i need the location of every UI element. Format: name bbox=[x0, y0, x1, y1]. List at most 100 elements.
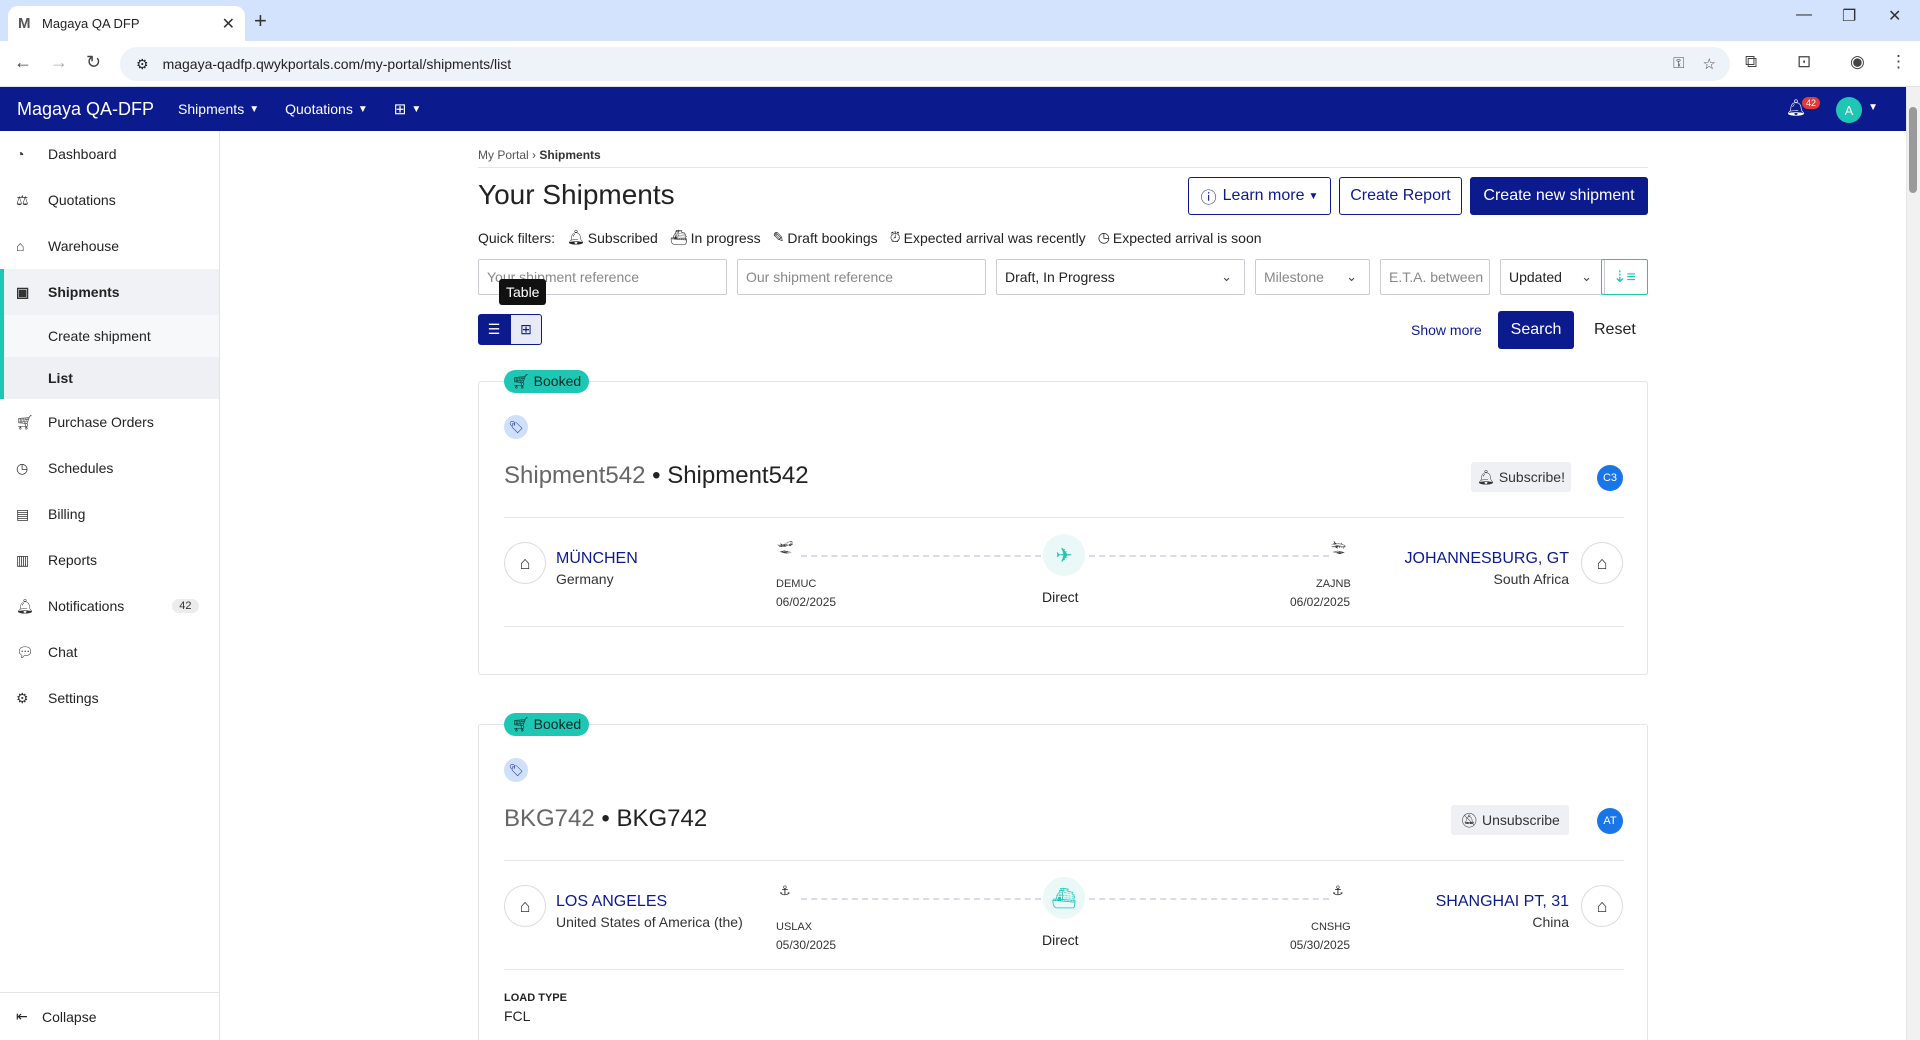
warehouse-icon: ⌂ bbox=[1581, 542, 1623, 584]
quick-filter-arrival-recently[interactable]: ⏰︎ Expected arrival was recently bbox=[890, 229, 1086, 246]
bookmark-star-icon[interactable]: ☆ bbox=[1703, 55, 1716, 73]
sidebar-sub-create-shipment[interactable]: Create shipment bbox=[0, 315, 219, 357]
page-scrollbar[interactable] bbox=[1906, 87, 1920, 1040]
sidebar-item-label: Warehouse bbox=[48, 238, 120, 254]
billing-icon: ▤ bbox=[16, 505, 30, 522]
sidebar-item-shipments[interactable]: ▣ Shipments bbox=[0, 269, 219, 315]
route-label: Direct bbox=[1042, 589, 1079, 605]
sort-select[interactable]: Updated ⌄ bbox=[1500, 259, 1605, 295]
dest-city[interactable]: SHANGHAI PT, 31 bbox=[1436, 893, 1569, 911]
breadcrumb-root[interactable]: My Portal bbox=[478, 148, 529, 162]
learn-more-button[interactable]: ⓘ Learn more ▼ bbox=[1188, 177, 1331, 215]
avatar[interactable]: A bbox=[1836, 97, 1862, 123]
sidebar-item-dashboard[interactable]: ◔ Dashboard bbox=[0, 131, 219, 177]
sidebar-sub-list[interactable]: List bbox=[0, 357, 219, 399]
view-toggle: ☰ ⊞ bbox=[478, 314, 542, 345]
tab-search-icon[interactable]: ⊡ bbox=[1797, 52, 1811, 72]
quick-filter-in-progress[interactable]: ⛴ In progress bbox=[670, 229, 761, 246]
nav-menu-shipments[interactable]: Shipments ▼ bbox=[178, 101, 259, 117]
sort-direction-button[interactable]: ⇣≡ bbox=[1601, 259, 1648, 295]
back-icon[interactable]: ← bbox=[14, 52, 32, 73]
quick-filter-draft-bookings[interactable]: ✎ Draft bookings bbox=[773, 229, 878, 246]
origin-city[interactable]: LOS ANGELES bbox=[556, 893, 667, 911]
create-report-button[interactable]: Create Report bbox=[1339, 177, 1462, 215]
bell-icon: 🔔︎ bbox=[567, 229, 585, 245]
reset-button[interactable]: Reset bbox=[1594, 321, 1636, 339]
browser-toolbar: ← → ↻ ⚙ magaya-qadfp.qwykportals.com/my-… bbox=[0, 41, 1920, 87]
divider bbox=[504, 517, 1624, 518]
close-tab-icon[interactable]: ✕ bbox=[222, 14, 235, 34]
grid-icon: ⊞ bbox=[520, 321, 532, 337]
chevron-down-icon: ⌄ bbox=[1221, 269, 1232, 284]
unsubscribe-button[interactable]: 🔕︎ Unsubscribe bbox=[1451, 805, 1569, 835]
anchor-icon: ⚓︎ bbox=[1332, 883, 1344, 898]
address-bar[interactable]: ⚙ magaya-qadfp.qwykportals.com/my-portal… bbox=[120, 47, 1730, 81]
nav-menu-add[interactable]: ⊞ ▼ bbox=[394, 100, 421, 118]
dest-port-code: ZAJNB bbox=[1316, 578, 1351, 590]
reload-icon[interactable]: ↻ bbox=[86, 52, 101, 73]
forward-icon[interactable]: → bbox=[50, 52, 68, 73]
site-info-icon[interactable]: ⚙ bbox=[136, 56, 149, 73]
dest-city[interactable]: JOHANNESBURG, GT bbox=[1405, 550, 1569, 568]
quick-filter-subscribed[interactable]: 🔔︎ Subscribed bbox=[567, 229, 658, 246]
our-reference-input[interactable]: Our shipment reference bbox=[737, 259, 986, 295]
subscribe-button[interactable]: 🔔︎ Subscribe! bbox=[1471, 462, 1571, 492]
sidebar-item-purchase-orders[interactable]: 🛒︎ Purchase Orders bbox=[0, 399, 219, 445]
sidebar-item-chat[interactable]: 💬︎ Chat bbox=[0, 629, 219, 675]
sidebar-item-label: Quotations bbox=[48, 192, 116, 208]
gear-icon: ⚙ bbox=[16, 689, 29, 706]
search-button[interactable]: Search bbox=[1498, 311, 1574, 349]
close-window-icon[interactable]: ✕ bbox=[1888, 6, 1901, 26]
create-new-shipment-button[interactable]: Create new shipment bbox=[1470, 177, 1648, 215]
restore-icon[interactable]: ❐ bbox=[1842, 6, 1856, 26]
nav-menu-quotations[interactable]: Quotations ▼ bbox=[285, 101, 368, 117]
new-tab-icon[interactable]: + bbox=[254, 8, 267, 34]
sidebar-item-warehouse[interactable]: ⌂ Warehouse bbox=[0, 223, 219, 269]
sidebar-item-reports[interactable]: ▥ Reports bbox=[0, 537, 219, 583]
quick-filter-arrival-soon[interactable]: ◷ Expected arrival is soon bbox=[1098, 229, 1262, 246]
shipment-card[interactable]: 🛒︎ Booked 🏷︎ Shipment542 • Shipment542 🔔… bbox=[478, 370, 1648, 675]
sidebar-item-billing[interactable]: ▤ Billing bbox=[0, 491, 219, 537]
password-key-icon[interactable]: ⚿ bbox=[1673, 55, 1684, 73]
profile-icon[interactable]: ◉ bbox=[1850, 52, 1865, 72]
browser-tab[interactable]: M Magaya QA DFP ✕ bbox=[8, 6, 245, 41]
sidebar-item-quotations[interactable]: ⚖ Quotations bbox=[0, 177, 219, 223]
sidebar-item-notifications[interactable]: 🔔︎ Notifications 42 bbox=[0, 583, 219, 629]
quick-filters: Quick filters: 🔔︎ Subscribed ⛴ In progress… bbox=[478, 229, 1262, 246]
milestone-select[interactable]: Milestone ⌄ bbox=[1255, 259, 1370, 295]
shipment-title[interactable]: BKG742 • BKG742 bbox=[504, 805, 707, 833]
notifications-count: 42 bbox=[172, 599, 199, 613]
origin-country: United States of America (the) bbox=[556, 914, 743, 930]
dest-date: 05/30/2025 bbox=[1290, 938, 1351, 952]
chevron-down-icon[interactable]: ▼ bbox=[1868, 102, 1878, 113]
origin-port-code: USLAX bbox=[776, 921, 813, 933]
warehouse-icon: ⌂ bbox=[16, 238, 25, 254]
divider bbox=[504, 626, 1624, 627]
ship-icon: ⛴ bbox=[669, 229, 688, 245]
bell-icon: 🔔︎ bbox=[1477, 468, 1495, 485]
eta-between-input[interactable]: E.T.A. between bbox=[1380, 259, 1490, 295]
status-badge: 🛒︎ Booked bbox=[504, 370, 590, 393]
shipment-title[interactable]: Shipment542 • Shipment542 bbox=[504, 462, 809, 490]
extensions-icon[interactable]: ⧉ bbox=[1745, 52, 1757, 72]
quotations-icon: ⚖ bbox=[16, 191, 29, 208]
sort-value: Updated bbox=[1509, 269, 1562, 285]
load-type-label: LOAD TYPE bbox=[504, 992, 567, 1004]
table-view-button[interactable]: ⊞ bbox=[510, 314, 542, 345]
chevron-down-icon: ⌄ bbox=[1346, 269, 1357, 284]
shipment-card[interactable]: 🛒︎ Booked 🏷︎ BKG742 • BKG742 🔕︎ Unsubscr… bbox=[478, 713, 1648, 1040]
airplane-icon: ✈ bbox=[1043, 534, 1085, 576]
minimize-icon[interactable]: — bbox=[1796, 6, 1812, 24]
sidebar-item-settings[interactable]: ⚙ Settings bbox=[0, 675, 219, 721]
browser-menu-icon[interactable]: ⋮ bbox=[1890, 52, 1907, 72]
tag-icon: 🏷︎ bbox=[504, 415, 528, 439]
list-view-button[interactable]: ☰ bbox=[478, 314, 510, 345]
scrollbar-thumb[interactable] bbox=[1909, 107, 1917, 193]
status-select[interactable]: Draft, In Progress ⌄ bbox=[996, 259, 1245, 295]
brand-name[interactable]: Magaya QA-DFP bbox=[17, 99, 154, 120]
show-more-link[interactable]: Show more bbox=[1411, 322, 1482, 338]
sidebar-item-schedules[interactable]: ◷ Schedules bbox=[0, 445, 219, 491]
breadcrumb-current: Shipments bbox=[539, 148, 601, 162]
sidebar-collapse-button[interactable]: ⇤ Collapse bbox=[0, 992, 219, 1040]
origin-city[interactable]: MÜNCHEN bbox=[556, 550, 638, 568]
